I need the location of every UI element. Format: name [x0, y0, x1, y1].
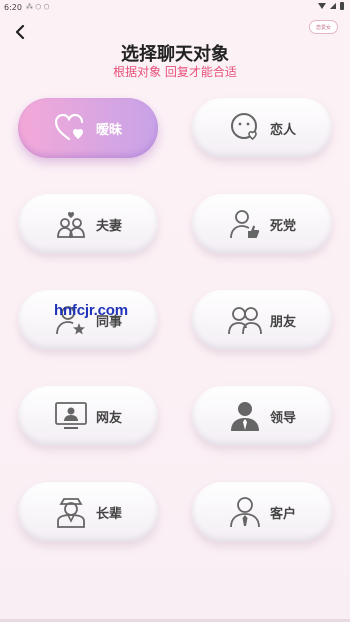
signal-icon: ◢	[329, 1, 336, 10]
option-label: 长辈	[95, 506, 122, 522]
option-card-online-friend[interactable]: 网友	[18, 386, 158, 446]
back-button[interactable]	[10, 22, 30, 42]
top-pill-badge[interactable]: 恋爱女	[308, 20, 338, 34]
chevron-left-icon	[15, 25, 25, 39]
person-thumbs-up-icon	[228, 207, 262, 241]
option-card-lover[interactable]: 恋人	[192, 98, 332, 158]
option-card-leader[interactable]: 领导	[192, 386, 332, 446]
couple-icon	[54, 207, 88, 241]
status-time: 6:20	[4, 2, 22, 12]
monitor-person-icon	[54, 399, 88, 433]
option-card-colleague[interactable]: 同事	[18, 290, 158, 350]
watermark-text: hnfcjr.com	[54, 302, 128, 319]
option-label: 夫妻	[95, 218, 122, 234]
status-right-icons: ◢	[317, 1, 344, 10]
lover-face-icon	[228, 111, 262, 145]
option-card-client[interactable]: 客户	[192, 482, 332, 542]
status-notification-icons: ⁂ ⬡ ⬡	[25, 3, 50, 11]
option-card-couple[interactable]: 夫妻	[18, 194, 158, 254]
option-card-ambiguous[interactable]: 暧昧	[18, 98, 158, 158]
boss-icon	[228, 399, 262, 433]
client-tie-icon	[228, 495, 262, 529]
option-card-friend[interactable]: 朋友	[192, 290, 332, 350]
option-label: 朋友	[269, 314, 296, 330]
page-subtitle: 根据对象 回复才能合适	[113, 65, 237, 79]
option-label: 暧昧	[95, 122, 122, 138]
two-people-icon	[228, 303, 262, 337]
option-label: 死党	[269, 218, 296, 234]
heart-hand-icon	[54, 111, 88, 145]
option-label: 网友	[95, 410, 122, 426]
battery-icon	[340, 1, 344, 10]
option-label: 客户	[269, 506, 296, 522]
option-card-elder[interactable]: 长辈	[18, 482, 158, 542]
status-bar: 6:20 ⁂ ⬡ ⬡ ◢	[0, 0, 350, 14]
option-label: 领导	[269, 410, 296, 426]
option-label: 恋人	[269, 122, 296, 138]
elder-icon	[54, 495, 88, 529]
option-card-best-friend[interactable]: 死党	[192, 194, 332, 254]
wifi-icon	[317, 2, 326, 9]
